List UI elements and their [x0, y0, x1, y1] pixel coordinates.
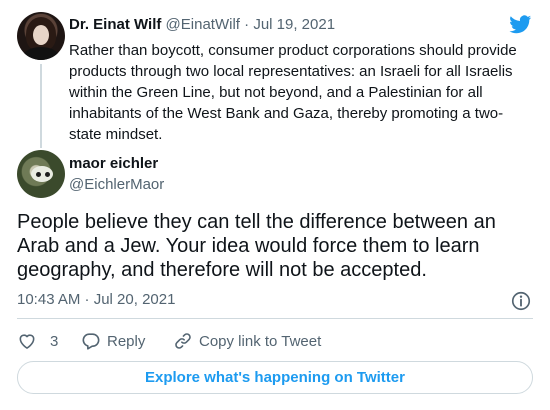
heart-icon — [19, 334, 35, 349]
meta-separator: · — [239, 16, 254, 33]
explore-twitter-button[interactable]: Explore what's happening on Twitter — [17, 361, 533, 394]
like-count: 3 — [50, 332, 59, 350]
twitter-bird-icon[interactable] — [508, 13, 533, 35]
parent-author-name[interactable]: Dr. Einat Wilf — [69, 16, 161, 33]
avatar-body-shape — [23, 47, 59, 60]
thread-connector-line — [40, 64, 42, 148]
like-button[interactable]: 3 — [17, 330, 58, 352]
main-author-name[interactable]: maor eichler — [69, 155, 158, 172]
info-icon[interactable] — [510, 290, 532, 312]
link-icon — [175, 333, 191, 349]
embedded-tweet-card: Dr. Einat Wilf @EinatWilf · Jul 19, 2021… — [0, 0, 550, 410]
parent-tweet-text: Rather than boycott, consumer product co… — [69, 42, 517, 143]
parent-tweet-header: Dr. Einat Wilf @EinatWilf · Jul 19, 2021 — [69, 16, 335, 33]
main-avatar[interactable] — [17, 150, 65, 198]
copy-link-button[interactable]: Copy link to Tweet — [173, 330, 321, 352]
parent-author-handle[interactable]: @EinatWilf — [166, 16, 240, 33]
avatar-face-shape — [33, 25, 49, 45]
main-author-handle[interactable]: @EichlerMaor — [69, 176, 164, 193]
parent-avatar[interactable] — [17, 12, 65, 60]
action-divider — [17, 318, 533, 319]
reply-label: Reply — [107, 332, 146, 350]
tweet-timestamp[interactable]: 10:43 AM · Jul 20, 2021 — [17, 291, 175, 308]
parent-tweet-date[interactable]: Jul 19, 2021 — [253, 16, 335, 33]
avatar-eye-left — [36, 172, 41, 177]
copy-link-label: Copy link to Tweet — [199, 332, 322, 350]
main-tweet-text: People believe they can tell the differe… — [17, 211, 496, 281]
reply-bubble-icon — [82, 333, 100, 350]
reply-button[interactable]: Reply — [81, 330, 145, 352]
avatar-eye-right — [45, 172, 50, 177]
